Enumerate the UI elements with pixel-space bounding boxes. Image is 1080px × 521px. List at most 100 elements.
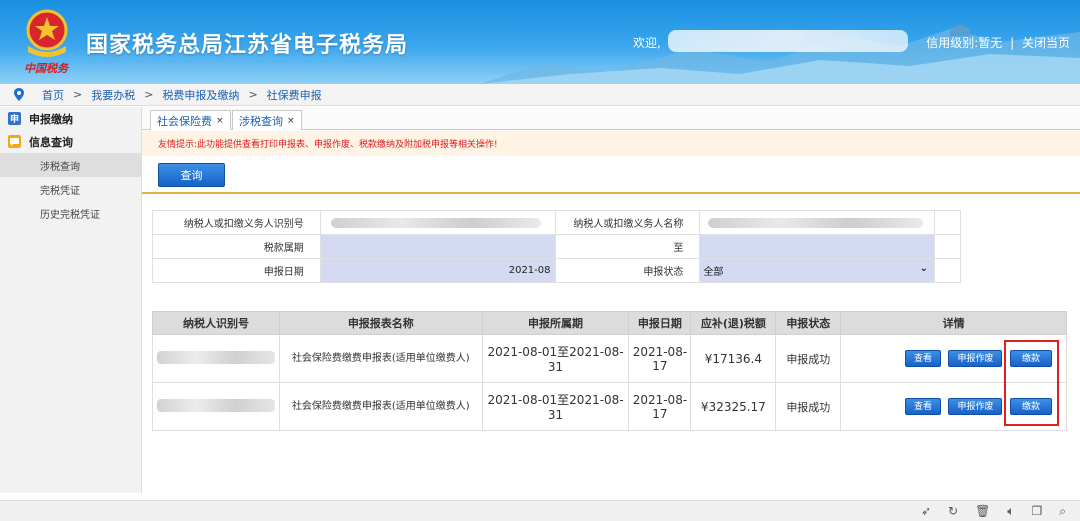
speaker-icon[interactable]: 🔈︎ [1007,504,1014,519]
status-select-display: 全部 ⌄ [700,259,934,282]
actions-cell: 查看 申报作废 缴款 [840,382,1067,431]
status-icons: ➶ ↻ 🗑︎ 🔈︎ ❐ ⌕ [921,504,1066,519]
breadcrumb-social-security[interactable]: 社保费申报 [267,87,322,103]
location-pin-icon [14,88,24,101]
breadcrumb-tax-filing[interactable]: 税费申报及缴纳 [162,87,239,103]
report-status-label: 申报状态 [554,258,701,283]
close-icon[interactable]: × [216,116,224,126]
status-cell: 申报成功 [775,382,842,431]
form-spacer [934,258,961,283]
redacted-taxpayer-id [156,398,275,412]
search-icon[interactable]: ⌕ [1059,504,1066,519]
taxpayer-id-label: 纳税人或扣缴义务人识别号 [152,210,321,235]
search-form: 纳税人或扣缴义务人识别号 纳税人或扣缴义务人名称 税款属期 至 申报日期 202… [152,210,961,283]
report-status-select[interactable]: 全部 ⌄ [699,258,936,283]
sidebar-section-query[interactable]: 信息查询 [0,130,141,153]
tab-strip: 社会保险费 × 涉税查询 × [142,107,1080,130]
column-header: 申报报表名称 [278,311,483,335]
query-toolbar: 查询 [142,156,1080,194]
form-spacer [934,234,961,259]
sidebar-section-label: 信息查询 [29,135,73,149]
taxpayer-id-cell [152,382,280,431]
breadcrumb-home[interactable]: 首页 [42,87,64,103]
void-filing-button[interactable]: 申报作废 [948,350,1003,367]
column-header: 申报日期 [628,311,692,335]
close-page-link[interactable]: 关闭当页 [1022,36,1070,50]
to-label: 至 [554,234,701,259]
tax-period-label: 税款属期 [152,234,321,259]
trash-icon[interactable]: 🗑︎ [975,504,990,519]
taxpayer-id-cell [152,334,280,383]
sidebar-item-history-certificate[interactable]: 历史完税凭证 [0,201,141,225]
column-header: 详情 [840,311,1067,335]
separator: | [1010,36,1015,50]
taxpayer-id-field [319,210,556,235]
void-filing-button[interactable]: 申报作废 [948,398,1003,415]
sidebar-section-filing[interactable]: 申 申报缴纳 [0,107,141,130]
column-header: 应补(退)税额 [690,311,777,335]
chat-bubble-icon [8,135,21,148]
column-header: 申报所属期 [481,311,630,335]
site-title: 国家税务总局江苏省电子税务局 [86,33,409,58]
credit-level: 信用级别:暂无 [926,36,1003,50]
warning-notice: 友情提示:此功能提供查看打印申报表、申报作废、税款缴纳及附加税申报等相关操作! [142,131,1080,156]
browser-status-bar: ➶ ↻ 🗑︎ 🔈︎ ❐ ⌕ [0,500,1080,521]
form-name-cell: 社会保险费缴费申报表(适用单位缴费人) [278,382,483,431]
report-date-label: 申报日期 [152,258,321,283]
column-header: 申报状态 [775,311,842,335]
close-icon[interactable]: × [287,116,295,126]
amount-cell: ¥17136.4 [690,334,777,383]
tax-period-end-input[interactable] [699,234,936,259]
tab-label: 社会保险费 [157,114,212,128]
query-button[interactable]: 查询 [158,163,225,187]
user-links: 信用级别:暂无 | 关闭当页 [924,34,1072,51]
breadcrumb-separator: > [73,88,83,101]
date-cell: 2021-08-17 [628,382,692,431]
sidebar: 申 申报缴纳 信息查询 涉税查询 完税凭证 历史完税凭证 [0,107,142,493]
period-cell: 2021-08-01至2021-08-31 [481,334,630,383]
chevron-down-icon: ⌄ [919,263,929,274]
date-cell: 2021-08-17 [628,334,692,383]
sidebar-item-tax-certificate[interactable]: 完税凭证 [0,177,141,201]
view-button[interactable]: 查看 [904,350,941,367]
sidebar-section-label: 申报缴纳 [29,112,73,126]
table-header-row: 纳税人识别号 申报报表名称 申报所属期 申报日期 应补(退)税额 申报状态 详情 [152,311,1067,335]
redacted-taxpayer-id [330,218,541,228]
tax-seal-text: 中国税务 [24,62,68,75]
actions-cell: 查看 申报作废 缴款 [840,334,1067,383]
status-select-value: 全部 [703,267,724,278]
view-button[interactable]: 查看 [904,398,941,415]
national-emblem-icon [26,9,68,57]
period-cell: 2021-08-01至2021-08-31 [481,382,630,431]
breadcrumb-tax-services[interactable]: 我要办税 [91,87,135,103]
tax-period-start-input[interactable] [319,234,556,259]
taxpayer-name-label: 纳税人或扣缴义务人名称 [554,210,701,235]
redacted-taxpayer-id [156,350,275,364]
refresh-icon[interactable]: ↻ [948,504,958,519]
results-table: 纳税人识别号 申报报表名称 申报所属期 申报日期 应补(退)税额 申报状态 详情… [152,311,1067,431]
amount-cell: ¥32325.17 [690,382,777,431]
status-cell: 申报成功 [775,334,842,383]
table-row: 社会保险费缴费申报表(适用单位缴费人) 2021-08-01至2021-08-3… [152,382,1067,431]
redacted-username [668,30,908,52]
rocket-icon[interactable]: ➶ [921,504,931,519]
site-header: 中国税务 国家税务总局江苏省电子税务局 欢迎, 信用级别:暂无 | 关闭当页 [0,0,1080,84]
tab-label: 涉税查询 [239,114,283,128]
welcome-text: 欢迎, [633,36,661,50]
table-row: 社会保险费缴费申报表(适用单位缴费人) 2021-08-01至2021-08-3… [152,334,1067,383]
pay-button[interactable]: 缴款 [1009,350,1052,367]
filing-icon: 申 [8,112,21,125]
breadcrumb-separator: > [248,88,258,101]
breadcrumb: 首页 > 我要办税 > 税费申报及缴纳 > 社保费申报 [0,84,1080,106]
tab-tax-query[interactable]: 涉税查询 × [232,110,302,130]
pay-button[interactable]: 缴款 [1009,398,1052,415]
breadcrumb-separator: > [144,88,154,101]
redacted-taxpayer-name [708,218,924,228]
taxpayer-name-field [699,210,936,235]
form-name-cell: 社会保险费缴费申报表(适用单位缴费人) [278,334,483,383]
column-header: 纳税人识别号 [152,311,280,335]
report-date-input[interactable]: 2021-08 [319,258,556,283]
window-icon[interactable]: ❐ [1032,504,1043,519]
sidebar-item-tax-query[interactable]: 涉税查询 [0,153,141,177]
tab-social-insurance[interactable]: 社会保险费 × [150,110,231,130]
